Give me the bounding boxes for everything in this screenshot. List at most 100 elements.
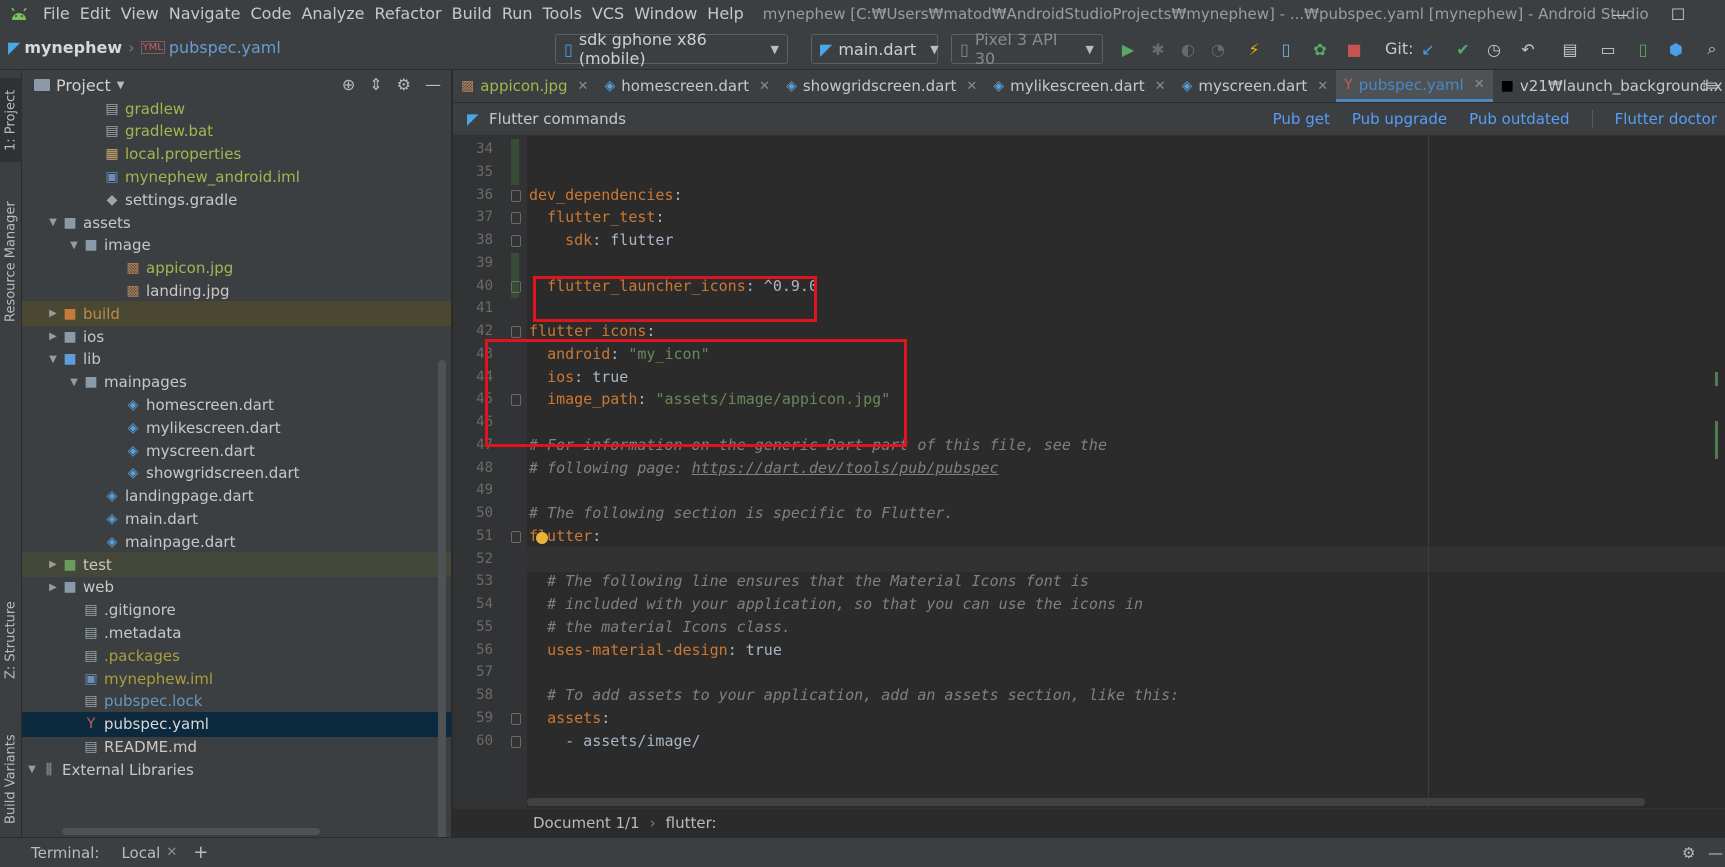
hide-icon[interactable]: — [425,75,441,94]
avd-selector[interactable]: ▯ Pixel 3 API 30 ▼ [951,30,1103,68]
git-history-icon[interactable]: ◷ [1483,38,1505,60]
tree-item[interactable]: ▤ .packages [22,643,451,668]
tree-item[interactable]: ▼ ■ image [22,233,451,258]
menu-view[interactable]: View [116,0,164,28]
vcs-change-marker[interactable] [511,139,519,185]
fold-marker-icon[interactable] [511,326,521,338]
code-line[interactable]: uses-material-design: true [529,638,782,663]
fold-marker-icon[interactable] [511,735,521,748]
tab-build-variants[interactable]: Build Variants [0,720,22,838]
close-icon[interactable]: ✕ [1155,79,1166,94]
sdk-manager-icon[interactable]: ⬢ [1665,38,1687,60]
tree-item[interactable]: ▤ .metadata [22,620,451,645]
menu-build[interactable]: Build [447,0,497,28]
menu-tools[interactable]: Tools [538,0,587,28]
tab-overflow-icon[interactable]: ⁞≡ [1702,78,1718,94]
tree-item[interactable]: Ypubspec.yaml [22,711,451,737]
flutter-action-pub-get[interactable]: Pub get [1273,110,1330,128]
code-line[interactable]: sdk: flutter [529,228,673,253]
fold-marker-icon[interactable] [511,712,521,725]
menu-refactor[interactable]: Refactor [370,0,447,28]
breadcrumb-project[interactable]: mynephew [24,38,122,57]
run-config-selector[interactable]: ◤ main.dart ▼ [811,34,939,64]
menu-help[interactable]: Help [702,0,748,28]
tree-horizontal-scrollbar[interactable] [62,828,320,835]
tree-item[interactable]: ▤ .gitignore [22,598,451,623]
breadcrumb-flutter[interactable]: flutter: [666,814,717,832]
git-update-icon[interactable]: ↙ [1417,38,1439,60]
fold-marker-icon[interactable] [511,212,521,225]
tree-item[interactable]: ▤ pubspec.lock [22,689,451,714]
tab-project[interactable]: 1: Project [0,78,22,162]
coverage-icon[interactable]: ◐ [1177,38,1199,60]
editor-horizontal-scrollbar[interactable] [527,798,1645,806]
add-terminal-icon[interactable]: + [193,842,208,863]
tree-item[interactable]: ▦ local.properties [22,142,451,167]
tree-item[interactable]: ◈ mylikescreen.dart [22,415,451,440]
code-line[interactable]: assets: [529,706,610,731]
fold-marker-icon[interactable] [511,189,521,202]
project-structure-icon[interactable]: ▤ [1559,38,1581,60]
tree-item[interactable]: ◈ mainpage.dart [22,529,451,554]
close-icon[interactable]: ✕ [1474,77,1485,92]
gear-icon[interactable]: ⚙ [397,75,411,94]
tree-item[interactable]: ▣ mynephew_android.iml [22,164,451,189]
fold-marker-icon[interactable] [511,530,521,543]
expand-down-icon[interactable]: ▼ [24,764,40,775]
tree-item[interactable]: ▶ ■ build [22,301,451,327]
git-rollback-icon[interactable]: ↶ [1517,38,1539,60]
code-line[interactable]: # The following section is specific to F… [529,501,953,526]
expand-down-icon[interactable]: ▼ [45,354,61,365]
editor-tab[interactable]: ◈ homescreen.dart ✕ [596,70,778,102]
fold-marker-icon[interactable] [511,235,521,247]
tree-item[interactable]: ◈ landingpage.dart [22,484,451,509]
tree-item[interactable]: ◈ homescreen.dart [22,392,451,417]
code-line[interactable]: # The following line ensures that the Ma… [529,569,1089,594]
code-line[interactable]: # the material Icons class. [529,615,791,640]
hot-restart-icon[interactable]: ▯ [1275,38,1297,60]
tab-structure[interactable]: Z: Structure [0,590,22,690]
flutter-action-pub-upgrade[interactable]: Pub upgrade [1352,110,1447,128]
flutter-action-flutter-doctor[interactable]: Flutter doctor [1615,110,1717,128]
tree-item[interactable]: ◈ showgridscreen.dart [22,461,451,486]
maximize-button[interactable]: ☐ [1650,0,1706,28]
gear-icon[interactable]: ⚙ [1682,844,1695,862]
tree-item[interactable]: ▩ appicon.jpg [22,256,451,281]
locate-icon[interactable]: ⊕ [342,75,355,94]
hot-reload-icon[interactable]: ⚡ [1243,38,1265,60]
tree-scrollbar[interactable] [438,360,446,837]
code-line[interactable]: # To add assets to your application, add… [529,683,1179,708]
menu-file[interactable]: File [38,0,75,28]
stop-icon[interactable]: ■ [1343,38,1365,60]
tree-item[interactable]: ▣ mynephew.iml [22,666,451,691]
code-line[interactable]: dev_dependencies: [529,183,683,208]
expand-right-icon[interactable]: ▶ [45,331,61,342]
tree-item[interactable]: ▼ ■ assets [22,210,451,235]
tree-item[interactable]: ▶ ■ web [22,575,451,600]
tree-item[interactable]: ◈ main.dart [22,506,451,531]
run-icon[interactable]: ▶ [1117,38,1139,60]
device-manager-icon[interactable]: ▯ [1632,38,1654,60]
hide-icon[interactable]: — [1708,844,1723,862]
tree-item[interactable]: ▤ gradlew.bat [22,119,451,144]
device-selector[interactable]: ▯ sdk gphone x86 (mobile) ▼ [555,30,788,68]
tree-item[interactable]: ◆ settings.gradle [22,187,451,212]
tree-item[interactable]: ▼ ■ mainpages [22,370,451,395]
menu-vcs[interactable]: VCS [587,0,629,28]
minimize-button[interactable]: — [1592,0,1648,28]
expand-right-icon[interactable]: ▶ [45,559,61,570]
expand-right-icon[interactable]: ▶ [45,582,61,593]
editor-tab[interactable]: Ypubspec.yaml ✕ [1336,70,1493,102]
code-line[interactable]: flutter_test: [529,205,664,230]
menu-run[interactable]: Run [497,0,538,28]
fold-marker-icon[interactable] [511,280,521,293]
close-icon[interactable]: ✕ [578,79,589,94]
search-icon[interactable]: ⌕ [1701,38,1723,60]
editor-tab[interactable]: ◈ mylikescreen.dart ✕ [985,70,1173,102]
menu-code[interactable]: Code [246,0,297,28]
menu-edit[interactable]: Edit [75,0,116,28]
menu-navigate[interactable]: Navigate [164,0,246,28]
tree-item[interactable]: ▶ ■ test [22,552,451,577]
tree-item[interactable]: ▶ ■ ios [22,324,451,349]
tab-resource-manager[interactable]: Resource Manager [0,192,22,332]
